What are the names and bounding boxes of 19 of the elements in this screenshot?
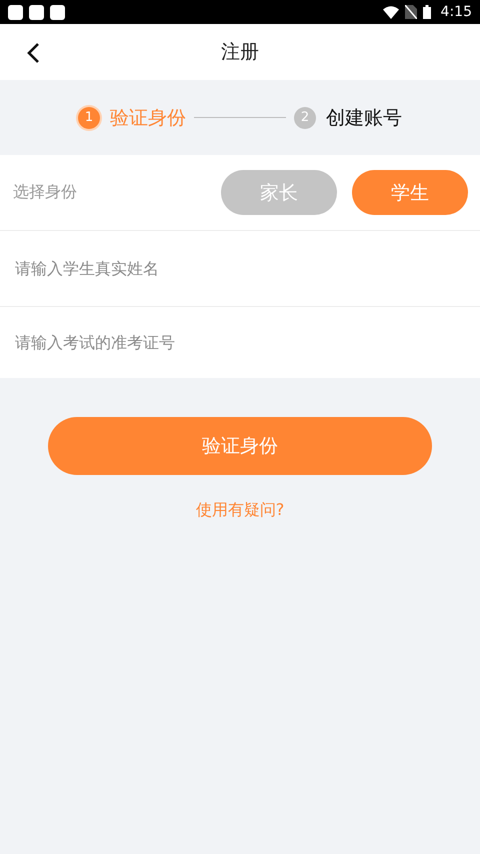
step-label: 验证身份	[110, 106, 186, 130]
status-time: 4:15	[440, 4, 472, 20]
input-field[interactable]: 请输入学生真实姓名	[13, 258, 468, 279]
page-title: 注册	[221, 40, 259, 65]
role-label: 选择身份	[13, 182, 78, 203]
verify-button[interactable]: 验证身份	[48, 417, 432, 475]
notification-icon	[50, 4, 65, 20]
input-field[interactable]: 请输入考试的准考证号	[13, 332, 468, 353]
wifi-icon	[382, 6, 399, 18]
battery-icon	[422, 5, 431, 19]
role-option[interactable]: 家长	[221, 170, 337, 215]
no-sim-icon	[404, 5, 417, 19]
step-number: 2	[294, 106, 316, 128]
notification-icon	[29, 4, 44, 20]
step-number: 1	[78, 106, 100, 128]
step-label: 创建账号	[326, 106, 402, 130]
role-option[interactable]: 学生	[352, 170, 468, 215]
notification-icon	[8, 4, 23, 20]
help-link[interactable]: 使用有疑问?	[196, 500, 284, 521]
